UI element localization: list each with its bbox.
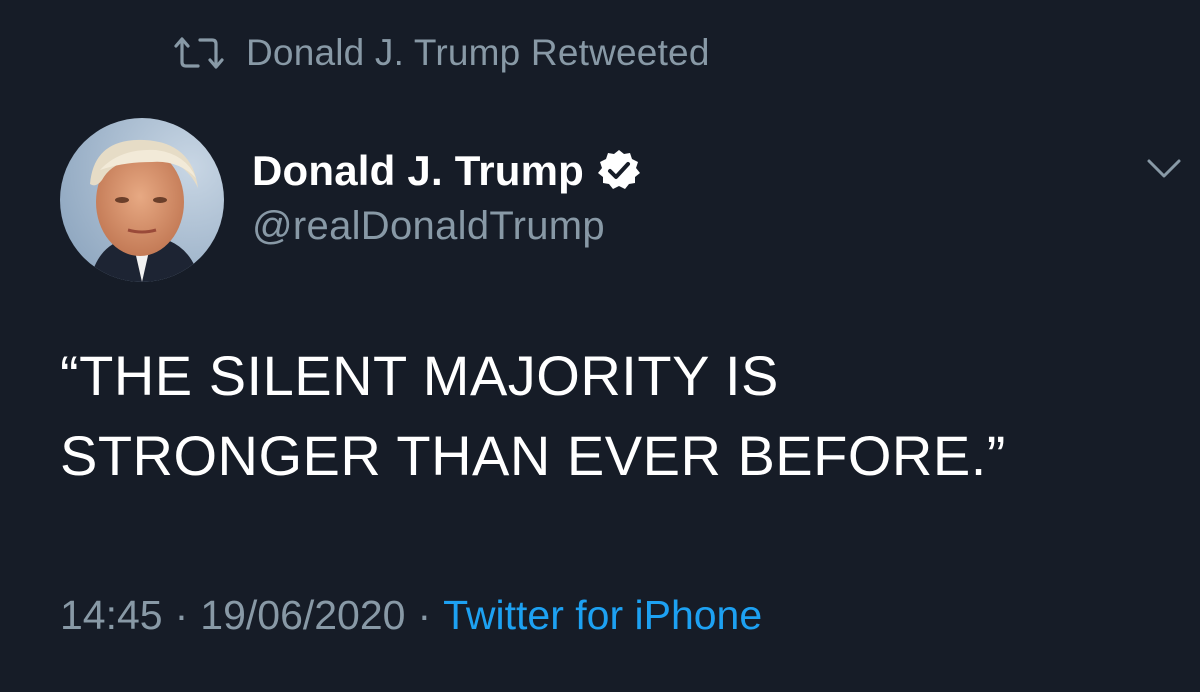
meta-separator: ·	[417, 592, 432, 638]
retweet-header[interactable]: Donald J. Trump Retweeted	[172, 30, 710, 76]
tweet-time[interactable]: 14:45	[60, 592, 163, 639]
name-row: Donald J. Trump	[252, 146, 642, 196]
retweet-icon	[172, 36, 226, 70]
author-block[interactable]: Donald J. Trump @realDonaldTrump	[252, 146, 642, 249]
tweet-date[interactable]: 19/06/2020	[200, 592, 405, 639]
verified-badge-icon	[596, 148, 642, 194]
meta-separator: ·	[174, 592, 189, 638]
tweet-source-link[interactable]: Twitter for iPhone	[443, 592, 762, 639]
tweet-text: “THE SILENT MAJORITY IS STRONGER THAN EV…	[60, 336, 1160, 496]
tweet-text-line: “THE SILENT MAJORITY IS	[60, 344, 779, 407]
user-handle[interactable]: @realDonaldTrump	[252, 204, 642, 249]
avatar[interactable]	[60, 118, 224, 282]
avatar-photo	[60, 118, 224, 282]
retweet-label: Donald J. Trump Retweeted	[246, 32, 710, 73]
tweet-meta: 14:45 · 19/06/2020 · Twitter for iPhone	[60, 592, 762, 639]
tweet-text-line: STRONGER THAN EVER BEFORE.”	[60, 424, 1006, 487]
chevron-down-icon[interactable]	[1144, 152, 1184, 186]
display-name[interactable]: Donald J. Trump	[252, 147, 584, 195]
